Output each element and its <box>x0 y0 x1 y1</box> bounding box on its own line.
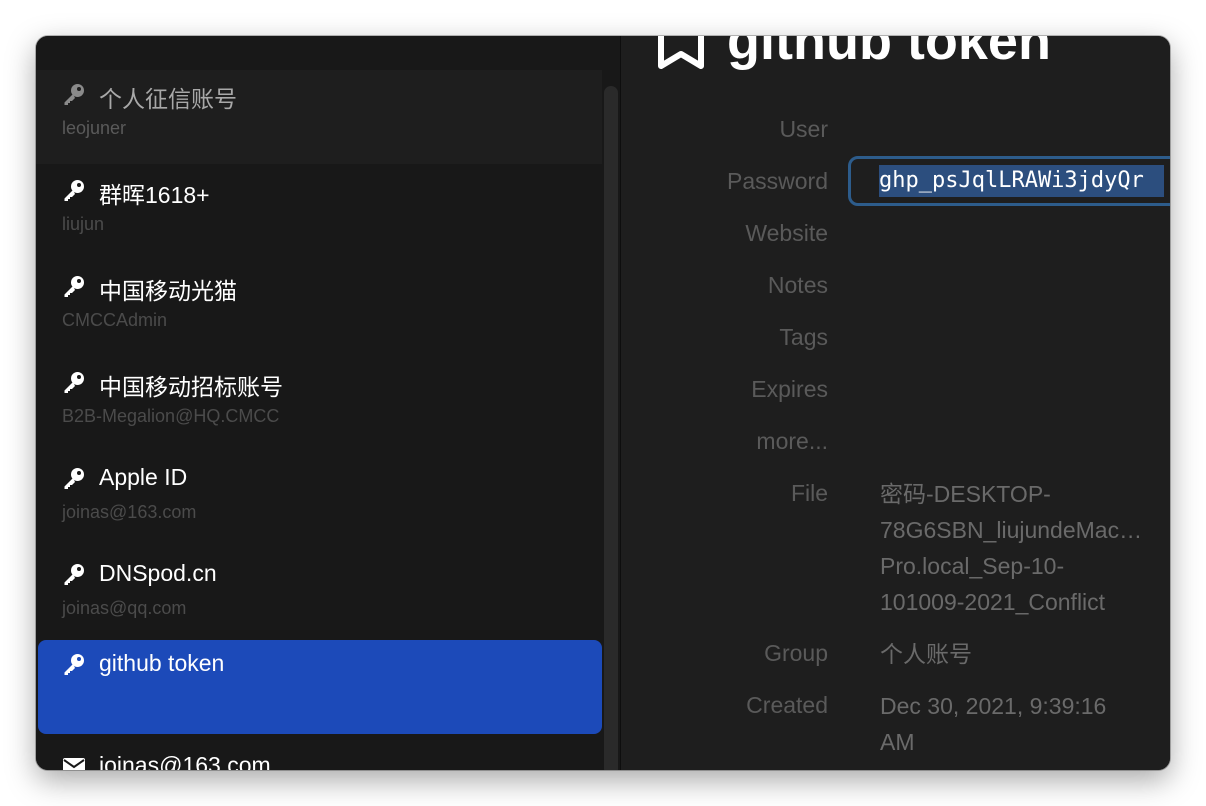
entry-subtitle: joinas@qq.com <box>62 598 187 618</box>
expires-label: Expires <box>751 376 828 402</box>
entry-title: Apple ID <box>99 464 188 490</box>
file-value-line: 78G6SBN_liujundeMac… <box>880 517 1143 543</box>
entry-title: 中国移动招标账号 <box>99 374 283 400</box>
entry-subtitle: CMCCAdmin <box>62 310 168 330</box>
key-icon <box>64 180 84 201</box>
list-item[interactable]: 个人征信账号 leojuner <box>36 70 602 164</box>
created-value-line: AM <box>880 729 915 755</box>
entry-title: 个人征信账号 <box>99 86 237 112</box>
list-item-selected[interactable]: github token <box>38 640 602 734</box>
key-icon <box>64 372 84 393</box>
list-item[interactable]: DNSpod.cn joinas@qq.com <box>36 550 602 644</box>
entry-subtitle: B2B-Megalion@HQ.CMCC <box>62 406 280 426</box>
list-item[interactable]: Apple ID joinas@163.com <box>36 454 602 548</box>
entry-subtitle: leojuner <box>62 118 127 138</box>
entry-detail-title: github token <box>727 36 1051 71</box>
password-field[interactable]: ghp_psJqlLRAWi3jdyQr <box>848 156 1170 206</box>
password-label: Password <box>727 168 828 194</box>
entry-title: 中国移动光猫 <box>99 278 237 304</box>
file-value: 密码-DESKTOP- 78G6SBN_liujundeMac… Pro.loc… <box>880 476 1170 620</box>
website-label: Website <box>745 220 828 246</box>
created-value-line: Dec 30, 2021, 9:39:16 <box>880 693 1107 719</box>
created-value: Dec 30, 2021, 9:39:16 AM <box>880 688 1170 760</box>
app-window: 个人征信账号 leojuner 群晖1618+ liujun 中国移动光猫 CM… <box>36 36 1170 770</box>
key-icon <box>64 564 84 585</box>
entry-title: joinas@163.com <box>99 752 271 770</box>
list-item[interactable]: 中国移动光猫 CMCCAdmin <box>36 262 602 356</box>
entry-title: DNSpod.cn <box>99 560 217 586</box>
tags-label: Tags <box>779 324 828 350</box>
key-icon <box>64 468 84 489</box>
scrollbar[interactable] <box>604 86 618 770</box>
key-icon <box>64 276 84 297</box>
password-value[interactable]: ghp_psJqlLRAWi3jdyQr <box>879 165 1164 197</box>
notes-label: Notes <box>767 272 828 298</box>
key-icon <box>64 84 84 105</box>
group-label: Group <box>764 640 828 666</box>
entry-list[interactable]: 个人征信账号 leojuner 群晖1618+ liujun 中国移动光猫 CM… <box>36 36 620 770</box>
created-label: Created <box>746 692 828 718</box>
entry-subtitle: liujun <box>62 214 105 234</box>
group-value: 个人账号 <box>880 641 972 667</box>
user-label: User <box>779 116 828 142</box>
entry-title: 群晖1618+ <box>99 182 210 208</box>
key-icon <box>64 654 84 675</box>
list-item[interactable]: 群晖1618+ liujun <box>36 166 602 260</box>
more-fields-button[interactable]: more... <box>756 428 828 455</box>
entry-subtitle: joinas@163.com <box>62 502 197 522</box>
list-item[interactable]: 中国移动招标账号 B2B-Megalion@HQ.CMCC <box>36 358 602 452</box>
file-value-line: 101009-2021_Conflict <box>880 589 1106 615</box>
file-value-line: Pro.local_Sep-10- <box>880 553 1065 579</box>
envelope-icon <box>63 758 85 770</box>
entry-title: github token <box>99 650 225 676</box>
list-item[interactable]: joinas@163.com <box>36 742 602 770</box>
bookmark-icon[interactable] <box>657 36 705 70</box>
detail-pane: github token User Password ghp_psJqlLRAW… <box>621 36 1170 770</box>
file-label: File <box>790 480 828 506</box>
file-value-line: 密码-DESKTOP- <box>880 481 1051 507</box>
